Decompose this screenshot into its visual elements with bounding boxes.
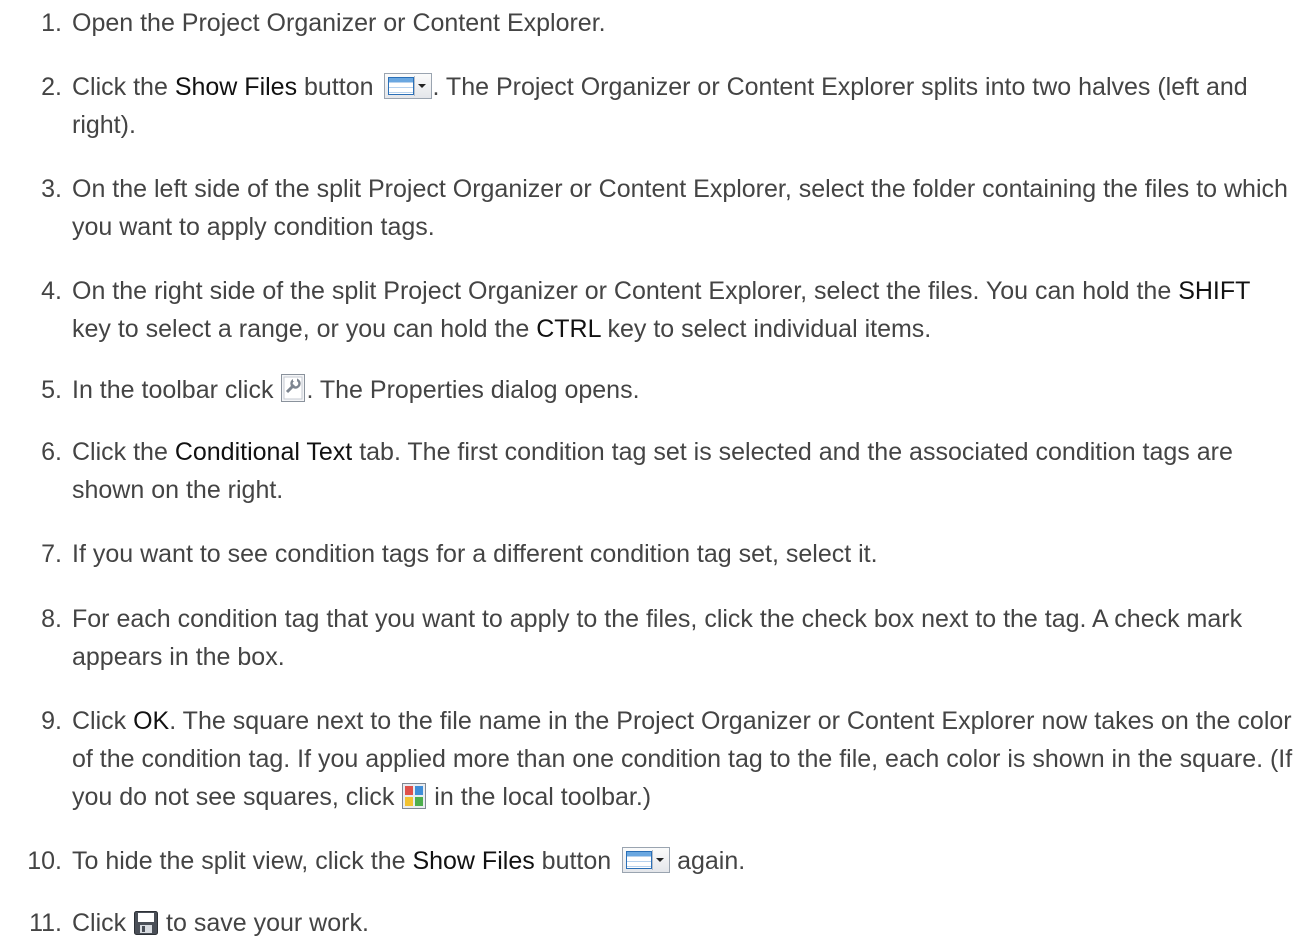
step-number: 11. — [29, 909, 62, 937]
ui-term: Show Files — [174, 73, 298, 101]
step-item: 8. For each condition tag that you want t… — [0, 600, 1300, 676]
step-text-run: Click — [72, 909, 134, 937]
step-text: Click to save your work. — [72, 909, 369, 937]
step-item: 5. In the toolbar click . The Properties … — [0, 371, 1300, 413]
step-text-run: . The Properties dialog opens. — [306, 376, 640, 404]
properties-icon[interactable] — [281, 374, 306, 413]
step-number: 6. — [41, 438, 62, 466]
condition-colors-icon[interactable] — [402, 782, 427, 820]
step-item: 9. Click OK. The square next to the file … — [0, 702, 1300, 820]
step-number: 3. — [41, 175, 62, 203]
step-text-run: Open the Project Organizer or Content Ex… — [72, 9, 606, 37]
ui-term: Show Files — [412, 847, 535, 875]
step-number: 8. — [41, 605, 62, 633]
ui-term: Conditional Text — [174, 438, 353, 466]
step-text: Click the Conditional Text tab. The firs… — [72, 438, 1233, 504]
step-number: 5. — [41, 376, 62, 404]
step-item: 6. Click the Conditional Text tab. The fi… — [0, 433, 1300, 509]
step-number: 9. — [41, 707, 62, 735]
step-item: 1. Open the Project Organizer or Content … — [0, 4, 1300, 42]
step-text-run: Click the — [72, 438, 175, 466]
step-number: 4. — [41, 277, 62, 305]
step-text-run: key to select a range, or you can hold t… — [72, 315, 537, 343]
ui-term: SHIFT — [1178, 277, 1250, 305]
step-text-run: On the right side of the split Project O… — [72, 277, 1179, 305]
step-text-run: again. — [670, 847, 746, 875]
show-files-button-icon[interactable] — [622, 847, 671, 873]
step-item: 7. If you want to see condition tags for … — [0, 535, 1300, 573]
step-text-run: key to select individual items. — [600, 315, 932, 343]
step-text-run: button — [297, 73, 381, 101]
step-text-run: For each condition tag that you want to … — [72, 605, 1243, 671]
step-text-run: On the left side of the split Project Or… — [72, 175, 1288, 241]
step-text-run: button — [534, 847, 619, 875]
step-text: To hide the split view, click the Show F… — [72, 847, 745, 875]
save-icon[interactable] — [134, 908, 159, 946]
step-text: Open the Project Organizer or Content Ex… — [72, 9, 606, 37]
step-number: 7. — [41, 540, 62, 568]
step-item: 3. On the left side of the split Project … — [0, 170, 1300, 246]
step-item: 10. To hide the split view, click the Sho… — [0, 842, 1300, 880]
step-text-run: in the local toolbar.) — [427, 783, 652, 811]
step-text-run: to save your work. — [159, 909, 369, 937]
step-number: 10. — [27, 847, 62, 875]
step-number: 1. — [41, 9, 62, 37]
ui-term: CTRL — [536, 315, 601, 343]
step-text-run: In the toolbar click — [72, 376, 281, 404]
step-text: For each condition tag that you want to … — [72, 605, 1242, 671]
step-text-run: Click — [72, 707, 134, 735]
show-files-button-icon[interactable] — [384, 73, 433, 99]
step-item: 2. Click the Show Files button . The Proj… — [0, 68, 1300, 144]
step-item: 4. On the right side of the split Project… — [0, 272, 1300, 348]
step-text: On the left side of the split Project Or… — [72, 175, 1288, 241]
step-text: On the right side of the split Project O… — [72, 277, 1250, 343]
step-item: 11. Click to save your work. — [0, 904, 1300, 946]
ui-term: OK — [133, 707, 170, 735]
step-text-run: . The square next to the file name in th… — [72, 707, 1293, 811]
step-text: Click the Show Files button . The Projec… — [72, 73, 1248, 139]
step-text: In the toolbar click . The Properties di… — [72, 374, 640, 404]
step-text-run: Click the — [72, 73, 175, 101]
step-number: 2. — [41, 73, 62, 101]
step-text-run: If you want to see condition tags for a … — [72, 540, 878, 568]
step-text-run: To hide the split view, click the — [72, 847, 413, 875]
step-text: If you want to see condition tags for a … — [72, 540, 878, 568]
step-text: Click OK. The square next to the file na… — [72, 707, 1292, 811]
